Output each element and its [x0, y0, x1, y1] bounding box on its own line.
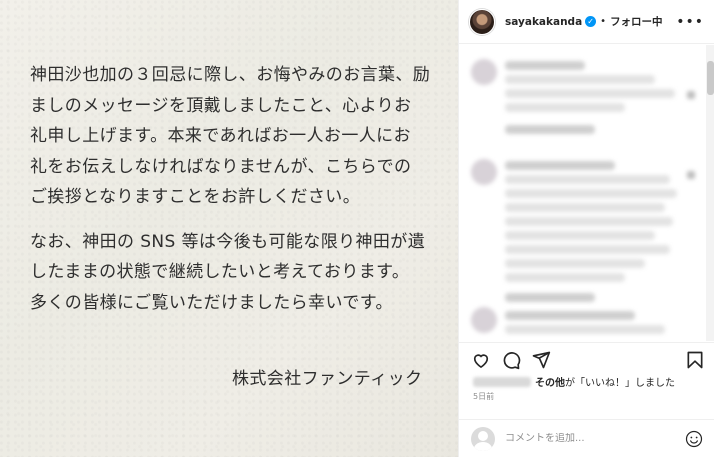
letter-line: 礼をお伝えしなければなりませんが、こちらでの: [30, 156, 412, 177]
blurred-comments: [459, 45, 705, 341]
comments-scrollbar[interactable]: [706, 45, 714, 341]
company-signature: 株式会社ファンティック: [232, 369, 423, 389]
post-header: sayakakanda ✓ • フォロー中 •••: [459, 0, 714, 44]
likes-suffix: が「いいね！」しました: [565, 378, 675, 389]
heart-icon[interactable]: [471, 350, 491, 370]
action-bar: [459, 342, 714, 376]
letter-line: 神田沙也加の３回忌に際し、お悔やみのお言葉、励: [30, 65, 431, 85]
separator-dot: •: [600, 16, 607, 27]
more-icon[interactable]: •••: [676, 14, 704, 30]
announcement-text: 神田沙也加の３回忌に際し、お悔やみのお言葉、励 ましのメッセージを頂戴しましたこ…: [30, 60, 440, 318]
letter-line: 礼申し上げます。本来であればお一人お一人にお: [30, 126, 411, 146]
comments-list[interactable]: [459, 45, 714, 341]
username-link[interactable]: sayakakanda: [505, 16, 582, 28]
profile-avatar[interactable]: [469, 8, 495, 35]
letter-line: 多くの皆様にご覧いただけましたら幸いです。: [30, 292, 393, 313]
likes-others-link[interactable]: その他: [535, 374, 565, 389]
letter-line: ご挨拶となりますことをお許しください。: [30, 187, 361, 207]
post-side-panel: sayakakanda ✓ • フォロー中 ••• その他 が「いいね！」しまし…: [458, 0, 714, 457]
blurred-liker-name: [473, 376, 531, 387]
emoji-icon[interactable]: [685, 430, 703, 448]
comment-form: [459, 419, 714, 457]
comment-input[interactable]: [505, 433, 675, 444]
following-button[interactable]: フォロー中: [610, 14, 663, 29]
scrollbar-thumb[interactable]: [707, 61, 714, 95]
comment-icon[interactable]: [501, 350, 521, 370]
bookmark-icon[interactable]: [685, 350, 705, 370]
post-image: 神田沙也加の３回忌に際し、お悔やみのお言葉、励 ましのメッセージを頂戴しましたこ…: [0, 0, 458, 457]
likes-summary: その他 が「いいね！」しました: [473, 374, 675, 389]
verified-icon: ✓: [585, 16, 597, 27]
share-icon[interactable]: [531, 350, 551, 370]
letter-line: なお、神田の SNS 等は今後も可能な限り神田が遺: [30, 231, 426, 252]
letter-line: したままの状態で継続したいと考えております。: [30, 262, 410, 282]
current-user-avatar: [471, 426, 495, 451]
post-timestamp[interactable]: 5日前: [473, 391, 494, 402]
letter-line: ましのメッセージを頂戴しましたこと、心よりお: [30, 95, 412, 116]
